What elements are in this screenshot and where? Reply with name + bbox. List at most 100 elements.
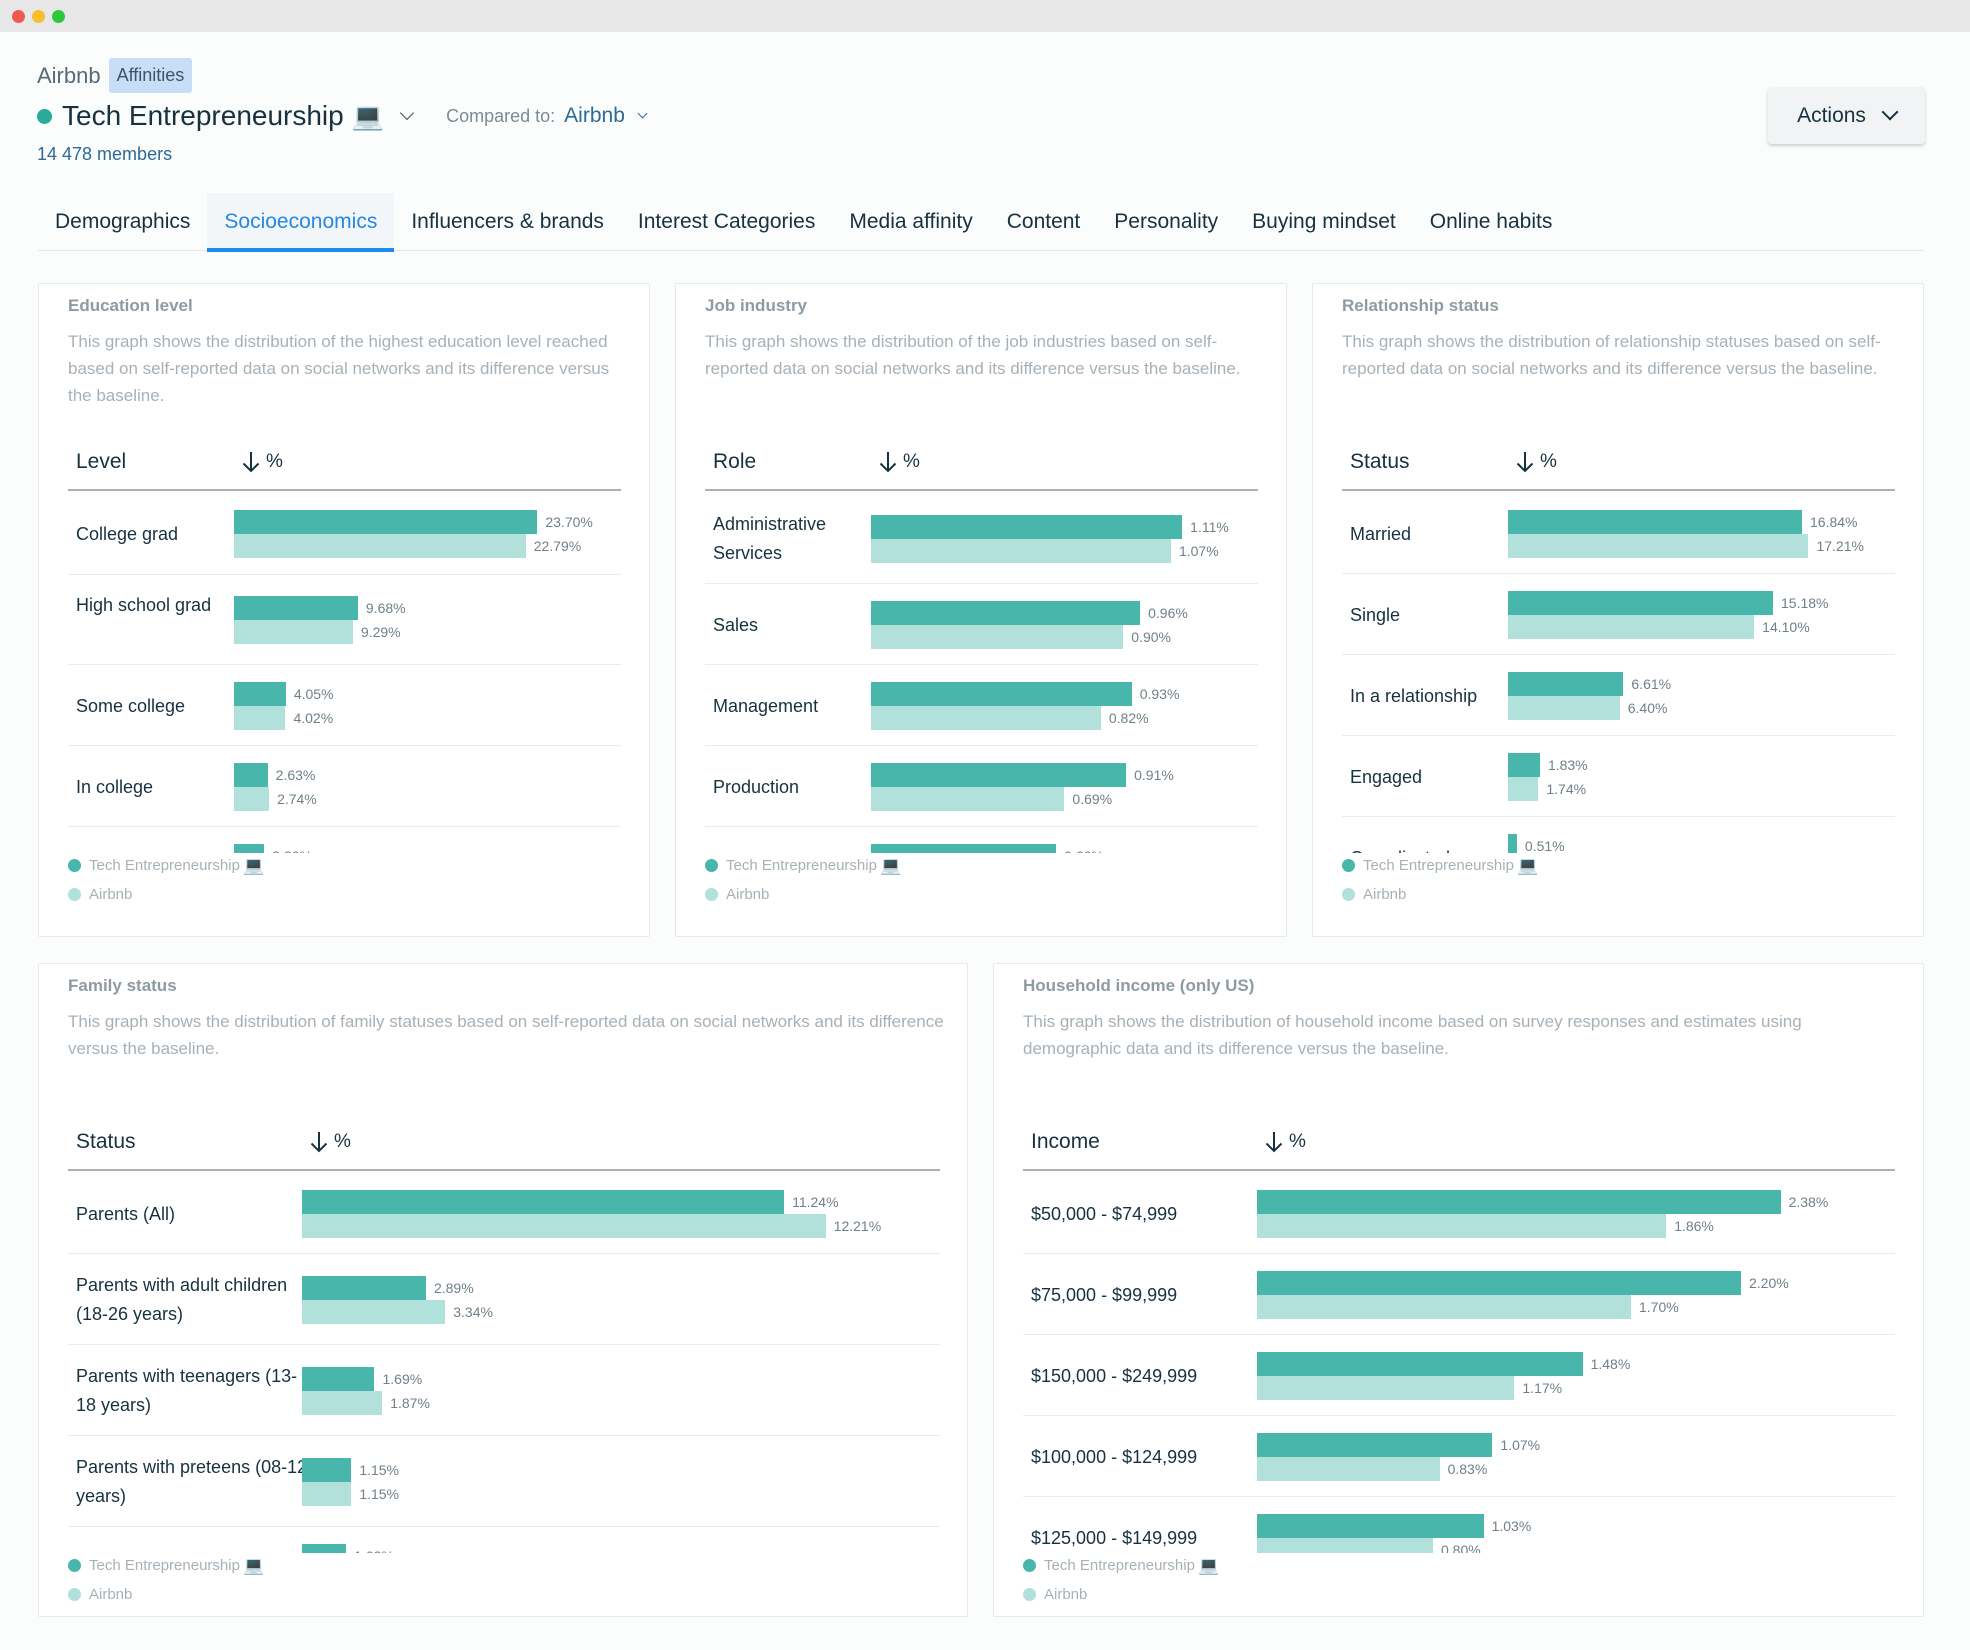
compared-to-dropdown[interactable]: Airbnb <box>564 104 625 128</box>
chart-rows: College grad 23.70% 22.79% High school grad… <box>68 493 621 853</box>
segment-bar[interactable] <box>871 681 1132 706</box>
tab-demographics[interactable]: Demographics <box>38 193 207 251</box>
row-label: Single <box>1350 604 1401 625</box>
percent-header-label: % <box>1540 450 1557 472</box>
legend-item-segment[interactable]: Tech Entrepreneurship 💻 <box>705 851 901 880</box>
segment-bar[interactable] <box>1257 1432 1493 1457</box>
segment-bar[interactable] <box>1508 671 1624 696</box>
sort-by-percent-button[interactable]: % <box>1265 1130 1306 1154</box>
chart-legend: Tech Entrepreneurship 💻 Airbnb <box>68 851 264 909</box>
chart-row: $150,000 - $249,999 1.48% 1.17% <box>1023 1335 1895 1416</box>
baseline-bar[interactable] <box>1257 1537 1433 1553</box>
chart-row: Parents with preteens (08-12 years) 1.15%… <box>68 1436 940 1527</box>
sort-by-percent-button[interactable]: % <box>310 1130 351 1154</box>
legend-item-segment[interactable]: Tech Entrepreneurship 💻 <box>1023 1551 1219 1580</box>
legend-item-baseline[interactable]: Airbnb <box>1342 880 1538 909</box>
column-header-label[interactable]: Role <box>713 450 756 474</box>
segment-value-label: 4.05% <box>293 685 334 702</box>
baseline-bar[interactable] <box>1257 1213 1667 1238</box>
segment-bar[interactable] <box>234 596 358 620</box>
breadcrumb-org[interactable]: Airbnb <box>37 63 101 89</box>
segment-bar[interactable] <box>302 1189 785 1214</box>
sort-by-percent-button[interactable]: % <box>1516 450 1557 474</box>
baseline-bar[interactable] <box>1508 695 1620 720</box>
tab-content[interactable]: Content <box>990 193 1098 251</box>
baseline-bar[interactable] <box>871 538 1171 563</box>
tab-interest-categories[interactable]: Interest Categories <box>621 193 832 251</box>
baseline-bar[interactable] <box>234 786 270 811</box>
segment-bar[interactable] <box>1257 1189 1781 1214</box>
segment-bar[interactable] <box>871 600 1141 625</box>
sort-by-percent-button[interactable]: % <box>242 450 283 474</box>
column-header-label[interactable]: Status <box>1350 450 1410 474</box>
zoom-window-button[interactable] <box>52 10 65 23</box>
column-header-label[interactable]: Level <box>76 450 126 474</box>
baseline-bar[interactable] <box>1508 776 1539 801</box>
tab-influencers-brands[interactable]: Influencers & brands <box>394 193 621 251</box>
close-window-button[interactable] <box>12 10 25 23</box>
sort-by-percent-button[interactable]: % <box>879 450 920 474</box>
laptop-icon: 💻 <box>1197 1555 1220 1575</box>
tab-media-affinity[interactable]: Media affinity <box>832 193 989 251</box>
baseline-value-label: 0.82% <box>1108 709 1149 726</box>
baseline-bar[interactable] <box>234 534 526 558</box>
segment-bar[interactable] <box>871 514 1183 539</box>
segment-bar[interactable] <box>1508 752 1540 777</box>
segment-bar[interactable] <box>302 1543 347 1553</box>
baseline-bar[interactable] <box>1257 1456 1440 1481</box>
tab-socioeconomics[interactable]: Socioeconomics <box>207 193 395 252</box>
column-header-label[interactable]: Status <box>76 1130 136 1154</box>
minimize-window-button[interactable] <box>32 10 45 23</box>
education-level-card: Education level This graph shows the dist… <box>38 283 650 937</box>
legend-item-baseline[interactable]: Airbnb <box>705 880 901 909</box>
actions-button[interactable]: Actions <box>1768 87 1925 144</box>
baseline-bar[interactable] <box>1257 1375 1515 1400</box>
baseline-bar[interactable] <box>1508 533 1809 558</box>
segment-value-label: 2.63% <box>275 766 316 783</box>
card-description: This graph shows the distribution of hou… <box>1023 1012 1802 1058</box>
column-header-label[interactable]: Income <box>1031 1130 1100 1154</box>
baseline-bar[interactable] <box>871 705 1101 730</box>
baseline-bar[interactable] <box>234 705 286 730</box>
baseline-bar[interactable] <box>871 624 1124 649</box>
segment-bar[interactable] <box>234 762 268 787</box>
breadcrumb-section-badge[interactable]: Affinities <box>108 58 193 93</box>
segment-bar[interactable] <box>871 762 1127 787</box>
legend-item-segment[interactable]: Tech Entrepreneurship 💻 <box>68 1551 264 1580</box>
segment-bar[interactable] <box>234 681 286 706</box>
segment-value-label: 0.93% <box>1139 685 1180 702</box>
row-label: Administrative Services <box>713 513 827 563</box>
chart-row: Parents with teenagers (13-18 years) 1.69… <box>68 1345 940 1436</box>
segment-bar[interactable] <box>1257 1270 1741 1295</box>
segment-bar[interactable] <box>1508 509 1802 534</box>
segment-bar[interactable] <box>234 510 538 534</box>
baseline-bar[interactable] <box>1508 614 1755 639</box>
baseline-bar[interactable] <box>302 1390 383 1415</box>
segment-bar[interactable] <box>302 1275 426 1300</box>
segment-dropdown-chevron-icon[interactable] <box>400 105 415 121</box>
members-count[interactable]: 14 478 members <box>37 144 172 165</box>
percent-header-label: % <box>1289 1130 1306 1152</box>
row-label: $125,000 - $149,999 <box>1031 1527 1198 1548</box>
baseline-bar[interactable] <box>871 786 1065 811</box>
baseline-bar[interactable] <box>302 1481 352 1506</box>
tab-personality[interactable]: Personality <box>1097 193 1235 251</box>
baseline-bar[interactable] <box>1257 1294 1631 1319</box>
window-titlebar <box>0 0 1970 32</box>
legend-item-baseline[interactable]: Airbnb <box>1023 1580 1219 1609</box>
tab-buying-mindset[interactable]: Buying mindset <box>1235 193 1413 251</box>
segment-bar[interactable] <box>1508 590 1774 615</box>
baseline-bar[interactable] <box>302 1299 446 1324</box>
compared-to-chevron-icon[interactable] <box>637 108 648 118</box>
tab-online-habits[interactable]: Online habits <box>1413 193 1570 251</box>
legend-item-segment[interactable]: Tech Entrepreneurship 💻 <box>68 851 264 880</box>
legend-item-baseline[interactable]: Airbnb <box>68 1580 264 1609</box>
baseline-bar[interactable] <box>302 1213 826 1238</box>
legend-item-baseline[interactable]: Airbnb <box>68 880 264 909</box>
legend-item-segment[interactable]: Tech Entrepreneurship 💻 <box>1342 851 1538 880</box>
segment-bar[interactable] <box>302 1457 352 1482</box>
segment-bar[interactable] <box>302 1366 375 1391</box>
segment-bar[interactable] <box>1257 1351 1583 1376</box>
segment-bar[interactable] <box>1257 1513 1484 1538</box>
baseline-bar[interactable] <box>234 620 353 644</box>
